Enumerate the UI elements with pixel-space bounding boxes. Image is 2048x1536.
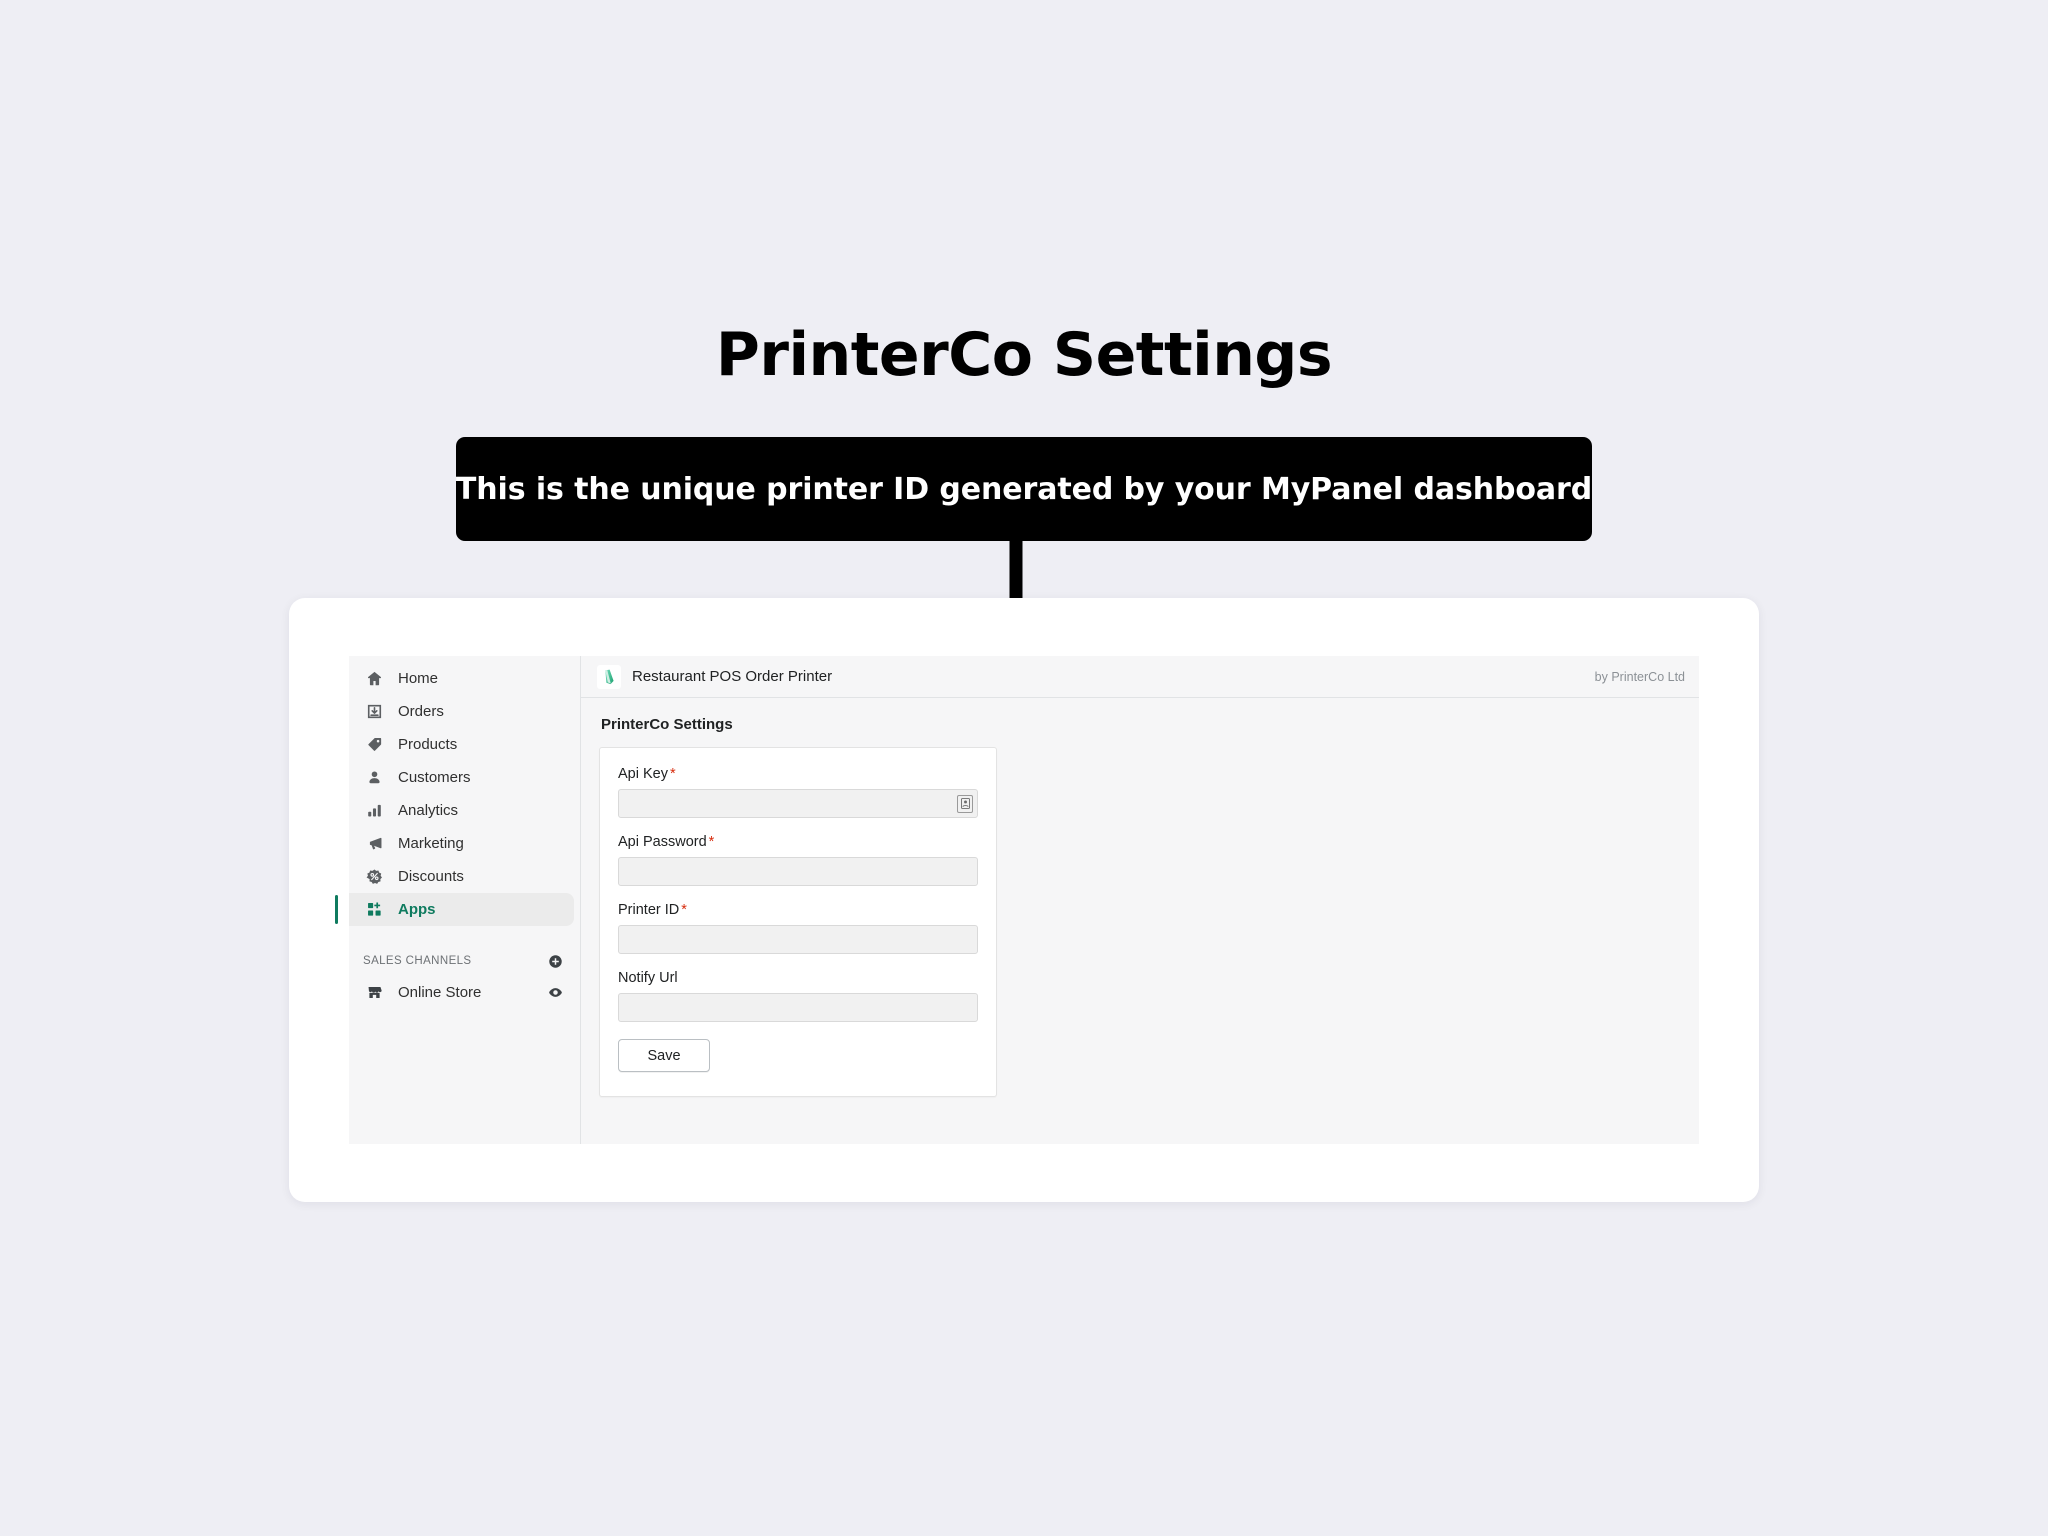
required-marker: *	[708, 834, 715, 850]
notify-url-label: Notify Url	[618, 970, 978, 986]
api-password-input[interactable]	[618, 857, 978, 886]
sidebar-item-label: Customers	[398, 769, 471, 786]
sidebar-item-label: Home	[398, 670, 439, 687]
apps-grid-plus-icon	[363, 899, 385, 921]
customers-person-icon	[363, 767, 385, 789]
save-button[interactable]: Save	[618, 1039, 710, 1072]
printer-id-input[interactable]	[618, 925, 978, 954]
form-section-heading: PrinterCo Settings	[601, 716, 733, 733]
label-text: Api Key	[618, 766, 668, 782]
admin-layout: Home Orders Products Customers Analytics…	[335, 656, 1699, 1144]
sidebar-item-label: Products	[398, 736, 458, 753]
field-printer-id: Printer ID *	[618, 902, 978, 954]
sidebar-channel-label: Online Store	[398, 984, 482, 1001]
contact-card-icon[interactable]	[957, 794, 973, 813]
store-icon	[363, 982, 385, 1004]
api-key-input[interactable]	[618, 789, 978, 818]
sidebar-channel-online-store[interactable]: Online Store	[349, 976, 580, 1009]
discounts-percent-icon	[363, 866, 385, 888]
embedded-app-header: Restaurant POS Order Printer by PrinterC…	[581, 656, 1699, 698]
label-text: Notify Url	[618, 970, 678, 986]
printer-id-label: Printer ID *	[618, 902, 978, 918]
app-byline: by PrinterCo Ltd	[1594, 669, 1685, 684]
label-text: Api Password	[618, 834, 707, 850]
sidebar-item-customers[interactable]: Customers	[349, 761, 580, 794]
home-icon	[363, 668, 385, 690]
sidebar-item-orders[interactable]: Orders	[349, 695, 580, 728]
sidebar-item-label: Orders	[398, 703, 444, 720]
sidebar-item-label: Discounts	[398, 868, 464, 885]
sidebar-item-marketing[interactable]: Marketing	[349, 827, 580, 860]
analytics-bars-icon	[363, 800, 385, 822]
sales-channels-title: SALES CHANNELS	[363, 955, 472, 967]
callout-banner: This is the unique printer ID generated …	[456, 437, 1592, 541]
field-api-password: Api Password *	[618, 834, 978, 886]
required-marker: *	[669, 766, 676, 782]
sidebar-item-label: Marketing	[398, 835, 464, 852]
screenshot-stage: PrinterCo Settings This is the unique pr…	[0, 0, 2048, 1536]
notify-url-input[interactable]	[618, 993, 978, 1022]
sidebar-item-analytics[interactable]: Analytics	[349, 794, 580, 827]
sidebar-item-label: Apps	[398, 901, 436, 918]
sidebar-item-products[interactable]: Products	[349, 728, 580, 761]
app-body: PrinterCo Settings Api Key * Api Passwor…	[581, 698, 1699, 1144]
api-key-input-wrap	[618, 789, 978, 818]
orders-icon	[363, 701, 385, 723]
embedded-app-name: Restaurant POS Order Printer	[632, 668, 833, 685]
eye-icon[interactable]	[546, 984, 564, 1002]
sidebar-item-discounts[interactable]: Discounts	[349, 860, 580, 893]
sidebar-nav: Home Orders Products Customers Analytics…	[335, 656, 581, 1144]
sidebar-item-label: Analytics	[398, 802, 459, 819]
api-password-label: Api Password *	[618, 834, 978, 850]
plus-circle-icon[interactable]	[546, 952, 564, 970]
printer-app-icon	[597, 664, 621, 689]
products-tag-icon	[363, 734, 385, 756]
callout-text: This is the unique printer ID generated …	[455, 471, 1593, 507]
field-notify-url: Notify Url	[618, 970, 978, 1022]
app-content-pane: Restaurant POS Order Printer by PrinterC…	[581, 656, 1699, 1144]
sidebar-item-home[interactable]: Home	[349, 662, 580, 695]
printer-id-input-wrap	[618, 925, 978, 954]
sales-channels-header: SALES CHANNELS	[349, 946, 580, 976]
page-title: PrinterCo Settings	[715, 320, 1333, 390]
settings-form-card: Api Key * Api Password * Printer ID * No…	[599, 747, 997, 1097]
api-password-input-wrap	[618, 857, 978, 886]
app-identity: Restaurant POS Order Printer	[597, 664, 833, 689]
sidebar-item-apps[interactable]: Apps	[335, 893, 574, 926]
browser-window-card: Home Orders Products Customers Analytics…	[289, 598, 1759, 1202]
api-key-label: Api Key *	[618, 766, 978, 782]
field-api-key: Api Key *	[618, 766, 978, 818]
notify-url-input-wrap	[618, 993, 978, 1022]
marketing-megaphone-icon	[363, 833, 385, 855]
label-text: Printer ID	[618, 902, 680, 918]
required-marker: *	[681, 902, 687, 918]
